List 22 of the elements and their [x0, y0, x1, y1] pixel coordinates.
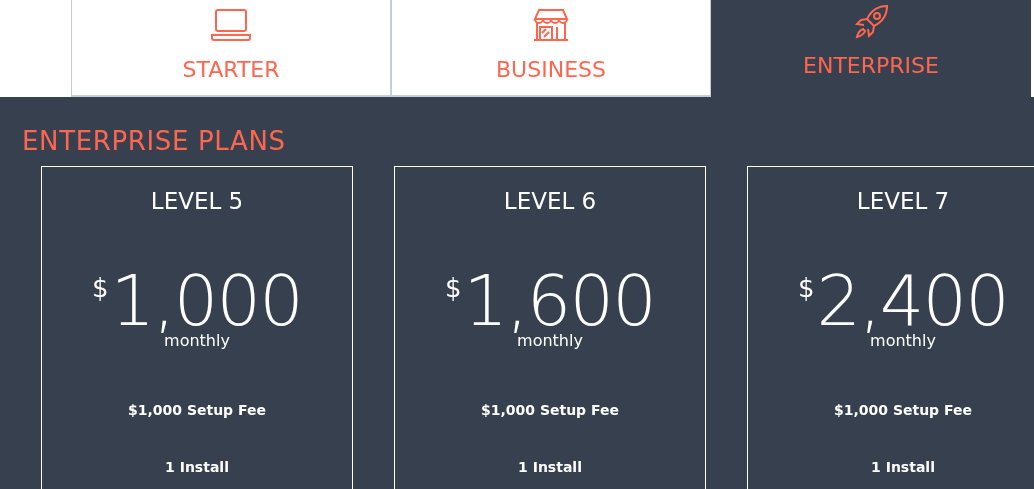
install-count: 1 Install [518, 458, 582, 476]
setup-fee: $1,000 Setup Fee [834, 401, 972, 419]
setup-fee: $1,000 Setup Fee [128, 401, 266, 419]
plan-tab[interactable]: BUSINESS [391, 0, 711, 97]
install-count: 1 Install [871, 458, 935, 476]
install-count: 1 Install [165, 458, 229, 476]
plan-name: LEVEL 7 [856, 187, 950, 215]
billing-period: monthly [517, 331, 583, 351]
rocket-icon [853, 4, 889, 40]
plan-name: LEVEL 6 [503, 187, 597, 215]
billing-period: monthly [870, 331, 936, 351]
section-heading: ENTERPRISE PLANS [21, 125, 287, 158]
billing-period: monthly [164, 331, 230, 351]
plan-name: LEVEL 5 [150, 187, 244, 215]
currency-symbol: $ [91, 273, 109, 303]
storefront-icon [533, 8, 569, 42]
plan-tab[interactable]: ENTERPRISE [711, 0, 1031, 97]
currency-symbol: $ [444, 273, 462, 303]
setup-fee: $1,000 Setup Fee [481, 401, 619, 419]
laptop-icon [211, 8, 251, 42]
currency-symbol: $ [797, 273, 815, 303]
plan-tab[interactable]: STARTER [71, 0, 391, 97]
